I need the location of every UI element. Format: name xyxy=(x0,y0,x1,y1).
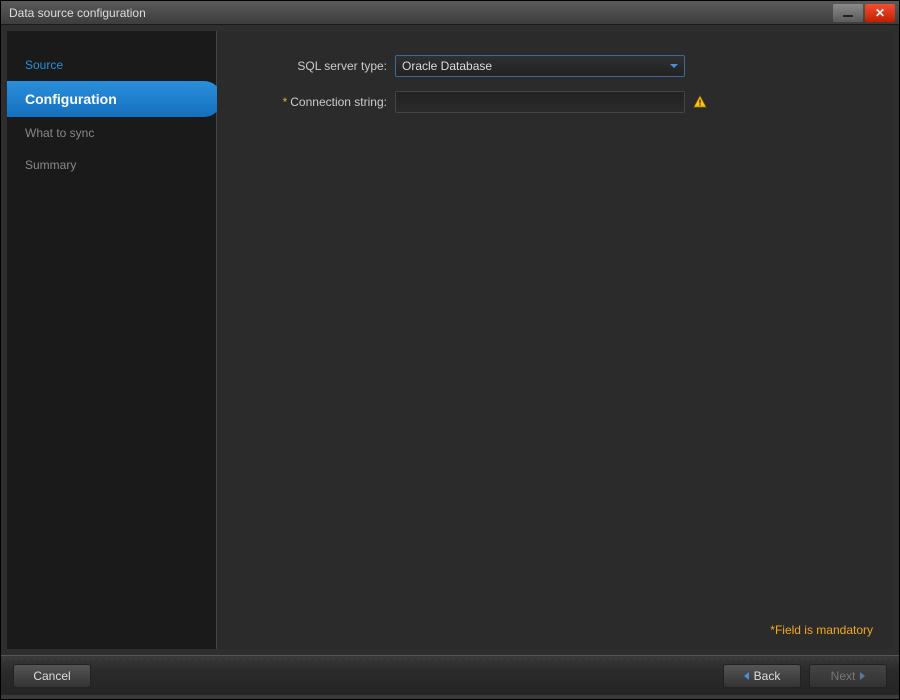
titlebar: Data source configuration ✕ xyxy=(1,1,899,25)
content-pane: SQL server type: Oracle Database *Connec… xyxy=(217,31,893,649)
sidebar-item-summary[interactable]: Summary xyxy=(7,149,216,181)
connection-string-label-text: Connection string: xyxy=(290,95,387,109)
sql-server-type-label: SQL server type: xyxy=(245,59,395,73)
footer: Cancel Back Next xyxy=(1,655,899,695)
chevron-right-icon xyxy=(860,672,865,680)
chevron-down-icon xyxy=(670,64,678,68)
row-connection-string: *Connection string: xyxy=(245,91,865,113)
sidebar-item-configuration[interactable]: Configuration xyxy=(7,81,222,117)
window-controls: ✕ xyxy=(831,4,895,22)
mandatory-note: *Field is mandatory xyxy=(770,623,873,637)
sql-server-type-value: Oracle Database xyxy=(402,59,492,73)
window-body: Source Configuration What to sync Summar… xyxy=(1,25,899,655)
close-button[interactable]: ✕ xyxy=(865,4,895,22)
next-button[interactable]: Next xyxy=(809,664,887,688)
back-button[interactable]: Back xyxy=(723,664,801,688)
next-button-label: Next xyxy=(831,669,856,683)
cancel-button[interactable]: Cancel xyxy=(13,664,91,688)
chevron-left-icon xyxy=(744,672,749,680)
back-button-label: Back xyxy=(754,669,781,683)
wizard-sidebar: Source Configuration What to sync Summar… xyxy=(7,31,217,649)
sidebar-item-source[interactable]: Source xyxy=(7,49,216,81)
warning-icon xyxy=(693,95,707,109)
mandatory-asterisk: * xyxy=(283,95,288,109)
sidebar-item-what-to-sync[interactable]: What to sync xyxy=(7,117,216,149)
window-title: Data source configuration xyxy=(9,6,831,20)
connection-string-input[interactable] xyxy=(395,91,685,113)
row-sql-server-type: SQL server type: Oracle Database xyxy=(245,55,865,77)
connection-string-label: *Connection string: xyxy=(245,95,395,109)
minimize-button[interactable] xyxy=(833,4,863,22)
sql-server-type-select[interactable]: Oracle Database xyxy=(395,55,685,77)
